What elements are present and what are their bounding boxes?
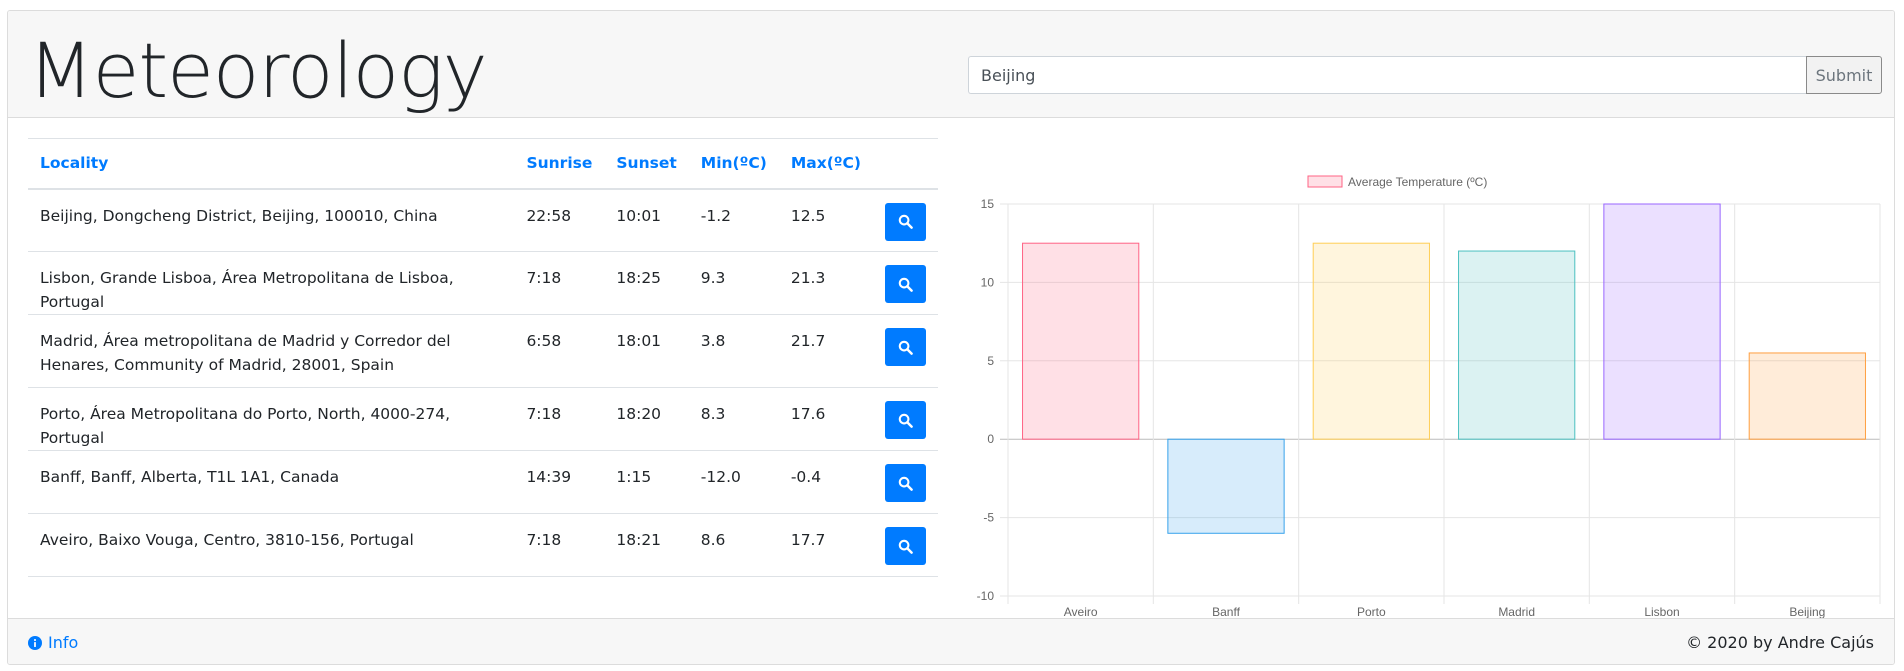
sunrise-cell: 7:18 — [514, 513, 605, 577]
sunrise-cell: 14:39 — [514, 450, 605, 514]
x-tick-label: Madrid — [1498, 605, 1535, 619]
action-cell — [873, 251, 938, 315]
locality-cell: Aveiro, Baixo Vouga, Centro, 3810-156, P… — [28, 513, 515, 577]
x-tick-label: Banff — [1212, 605, 1240, 619]
sunset-cell: 18:25 — [604, 251, 689, 315]
column-header-action — [873, 138, 938, 190]
column-header-min: Min(ºC) — [688, 138, 779, 190]
x-tick-label: Aveiro — [1064, 605, 1098, 619]
locality-cell: Madrid, Área metropolitana de Madrid y C… — [28, 314, 515, 388]
sunset-cell: 1:15 — [604, 450, 689, 514]
table-row: Lisbon, Grande Lisboa, Área Metropolitan… — [28, 251, 938, 315]
sunset-cell: 18:21 — [604, 513, 689, 577]
max-temp-cell: 17.6 — [778, 387, 873, 451]
min-temp-cell: 8.3 — [688, 387, 779, 451]
max-temp-cell: -0.4 — [778, 450, 873, 514]
max-temp-cell: 21.3 — [778, 251, 873, 315]
column-header-sunrise: Sunrise — [514, 138, 605, 190]
submit-button[interactable]: Submit — [1806, 56, 1882, 94]
table-body: Beijing, Dongcheng District, Beijing, 10… — [28, 188, 938, 577]
info-link[interactable]: Info — [28, 633, 78, 652]
info-label: Info — [48, 633, 79, 652]
locality-cell: Beijing, Dongcheng District, Beijing, 10… — [28, 188, 515, 252]
max-temp-cell: 12.5 — [778, 188, 873, 252]
y-tick-label: -10 — [977, 589, 995, 603]
view-location-button[interactable] — [885, 527, 926, 565]
column-header-max: Max(ºC) — [778, 138, 873, 190]
table-header-row: Locality Sunrise Sunset Min(ºC) Max(ºC) — [28, 138, 938, 190]
locality-cell: Banff, Banff, Alberta, T1L 1A1, Canada — [28, 450, 515, 514]
sunrise-cell: 7:18 — [514, 251, 605, 315]
y-tick-label: 15 — [981, 197, 995, 211]
sunrise-cell: 22:58 — [514, 188, 605, 252]
table-row: Porto, Área Metropolitana do Porto, Nort… — [28, 387, 938, 451]
column-header-sunset: Sunset — [604, 138, 689, 190]
min-temp-cell: -12.0 — [688, 450, 779, 514]
search-icon — [898, 214, 913, 229]
sunset-cell: 18:20 — [604, 387, 689, 451]
view-location-button[interactable] — [885, 328, 926, 366]
chart-svg: Average Temperature (ºC) 15 10 5 0 -5 -10 Aveir… — [977, 175, 1881, 619]
y-tick-label: 10 — [981, 275, 995, 289]
search-icon — [898, 539, 913, 554]
y-tick-label: 5 — [987, 354, 994, 368]
bar-aveiro — [1022, 242, 1140, 440]
card-header: Meteorology Submit — [8, 11, 1894, 118]
locality-table-wrapper: Locality Sunrise Sunset Min(ºC) Max(ºC) … — [28, 138, 938, 577]
card-footer: Info © 2020 by Andre Cajús — [8, 618, 1894, 664]
copyright-text: © 2020 by Andre Cajús — [1686, 633, 1874, 652]
action-cell — [873, 188, 938, 252]
min-temp-cell: 9.3 — [688, 251, 779, 315]
main-card: Meteorology Submit Locality Sunrise Suns… — [7, 10, 1895, 665]
sunrise-cell: 6:58 — [514, 314, 605, 388]
action-cell — [873, 314, 938, 388]
bar-porto — [1312, 242, 1430, 440]
x-tick-label: Beijing — [1789, 605, 1825, 619]
bar-lisbon — [1603, 203, 1721, 440]
view-location-button[interactable] — [885, 401, 926, 439]
table-row: Beijing, Dongcheng District, Beijing, 10… — [28, 188, 938, 252]
x-tick-label: Porto — [1357, 605, 1386, 619]
legend-swatch — [1307, 175, 1343, 188]
min-temp-cell: 8.6 — [688, 513, 779, 577]
search-input[interactable] — [968, 56, 1806, 94]
locality-cell: Porto, Área Metropolitana do Porto, Nort… — [28, 387, 515, 451]
search-icon — [898, 476, 913, 491]
view-location-button[interactable] — [885, 202, 926, 241]
action-cell — [873, 513, 938, 577]
action-cell — [873, 387, 938, 451]
bar-madrid — [1458, 250, 1576, 440]
max-temp-cell: 17.7 — [778, 513, 873, 577]
search-form: Submit — [968, 56, 1882, 94]
table-row: Banff, Banff, Alberta, T1L 1A1, Canada 14… — [28, 450, 938, 514]
max-temp-cell: 21.7 — [778, 314, 873, 388]
search-icon — [898, 340, 913, 355]
min-temp-cell: -1.2 — [688, 188, 779, 252]
sunset-cell: 18:01 — [604, 314, 689, 388]
column-header-locality: Locality — [28, 138, 515, 190]
search-icon — [898, 413, 913, 428]
page-title: Meteorology — [28, 26, 488, 115]
min-temp-cell: 3.8 — [688, 314, 779, 388]
bar-beijing — [1748, 352, 1866, 440]
sunset-cell: 10:01 — [604, 188, 689, 252]
table-row: Aveiro, Baixo Vouga, Centro, 3810-156, P… — [28, 513, 938, 577]
bar-banff — [1167, 438, 1285, 534]
view-location-button[interactable] — [885, 464, 926, 502]
y-tick-label: 0 — [987, 432, 994, 446]
x-tick-label: Lisbon — [1644, 605, 1679, 619]
locality-cell: Lisbon, Grande Lisboa, Área Metropolitan… — [28, 251, 515, 315]
temperature-chart: Average Temperature (ºC) 15 10 5 0 -5 -10 Aveir… — [968, 166, 1888, 626]
sunrise-cell: 7:18 — [514, 387, 605, 451]
table-row: Madrid, Área metropolitana de Madrid y C… — [28, 314, 938, 388]
view-location-button[interactable] — [885, 265, 926, 303]
locality-table: Locality Sunrise Sunset Min(ºC) Max(ºC) … — [28, 138, 938, 577]
search-icon — [898, 277, 913, 292]
action-cell — [873, 450, 938, 514]
legend-label: Average Temperature (ºC) — [1348, 175, 1487, 189]
info-circle-icon — [28, 635, 42, 650]
y-tick-label: -5 — [983, 511, 994, 525]
